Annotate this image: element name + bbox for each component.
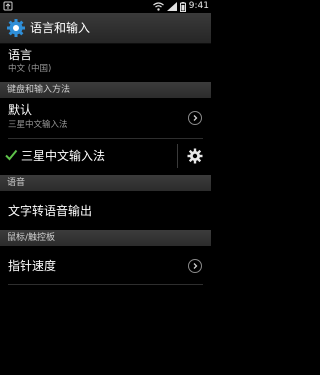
language-title: 语言 bbox=[8, 48, 33, 62]
action-bar: 语言和输入 bbox=[0, 13, 211, 44]
section-header-speech: 语音 bbox=[0, 175, 211, 191]
samsung-ime-title: 三星中文输入法 bbox=[21, 149, 106, 163]
wifi-icon bbox=[152, 2, 164, 11]
language-row[interactable]: 语言 中文 (中国) bbox=[0, 44, 211, 82]
default-ime-subtitle: 三星中文输入法 bbox=[8, 120, 68, 130]
status-bar: 9:41 bbox=[0, 0, 211, 13]
chevron-right-icon bbox=[188, 259, 202, 273]
pointer-speed-title: 指针速度 bbox=[8, 259, 57, 273]
gear-icon[interactable] bbox=[187, 148, 203, 164]
tts-title: 文字转语音输出 bbox=[8, 204, 93, 218]
vertical-divider bbox=[177, 144, 178, 168]
pointer-speed-row[interactable]: 指针速度 bbox=[0, 246, 211, 284]
settings-icon[interactable] bbox=[6, 18, 26, 38]
usb-icon bbox=[3, 1, 13, 11]
page-title: 语言和输入 bbox=[30, 21, 91, 35]
status-time: 9:41 bbox=[188, 1, 209, 11]
battery-icon bbox=[179, 1, 186, 12]
tts-row[interactable]: 文字转语音输出 bbox=[0, 191, 211, 229]
divider bbox=[8, 284, 203, 285]
chevron-right-icon bbox=[188, 111, 202, 125]
default-ime-row[interactable]: 默认 三星中文输入法 bbox=[0, 98, 211, 138]
signal-icon bbox=[166, 2, 177, 11]
default-ime-title: 默认 bbox=[8, 103, 33, 117]
section-header-keyboard: 键盘和输入方法 bbox=[0, 82, 211, 98]
section-header-mouse: 鼠标/触控板 bbox=[0, 230, 211, 246]
language-subtitle: 中文 (中国) bbox=[8, 64, 52, 74]
checkbox-checked-icon[interactable] bbox=[4, 148, 18, 162]
samsung-ime-row[interactable]: 三星中文输入法 bbox=[0, 139, 211, 173]
